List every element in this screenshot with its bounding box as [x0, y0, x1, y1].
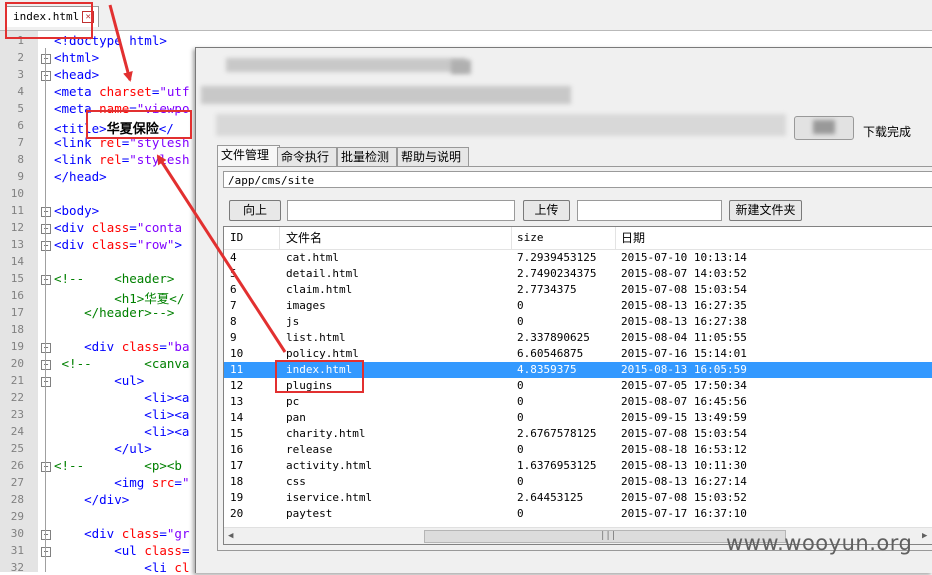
annotation-arrows — [108, 4, 287, 353]
annotation-arrow-tab — [108, 4, 133, 82]
watermark: www.wooyun.org — [726, 531, 913, 555]
annotation-arrow-title — [156, 154, 287, 353]
